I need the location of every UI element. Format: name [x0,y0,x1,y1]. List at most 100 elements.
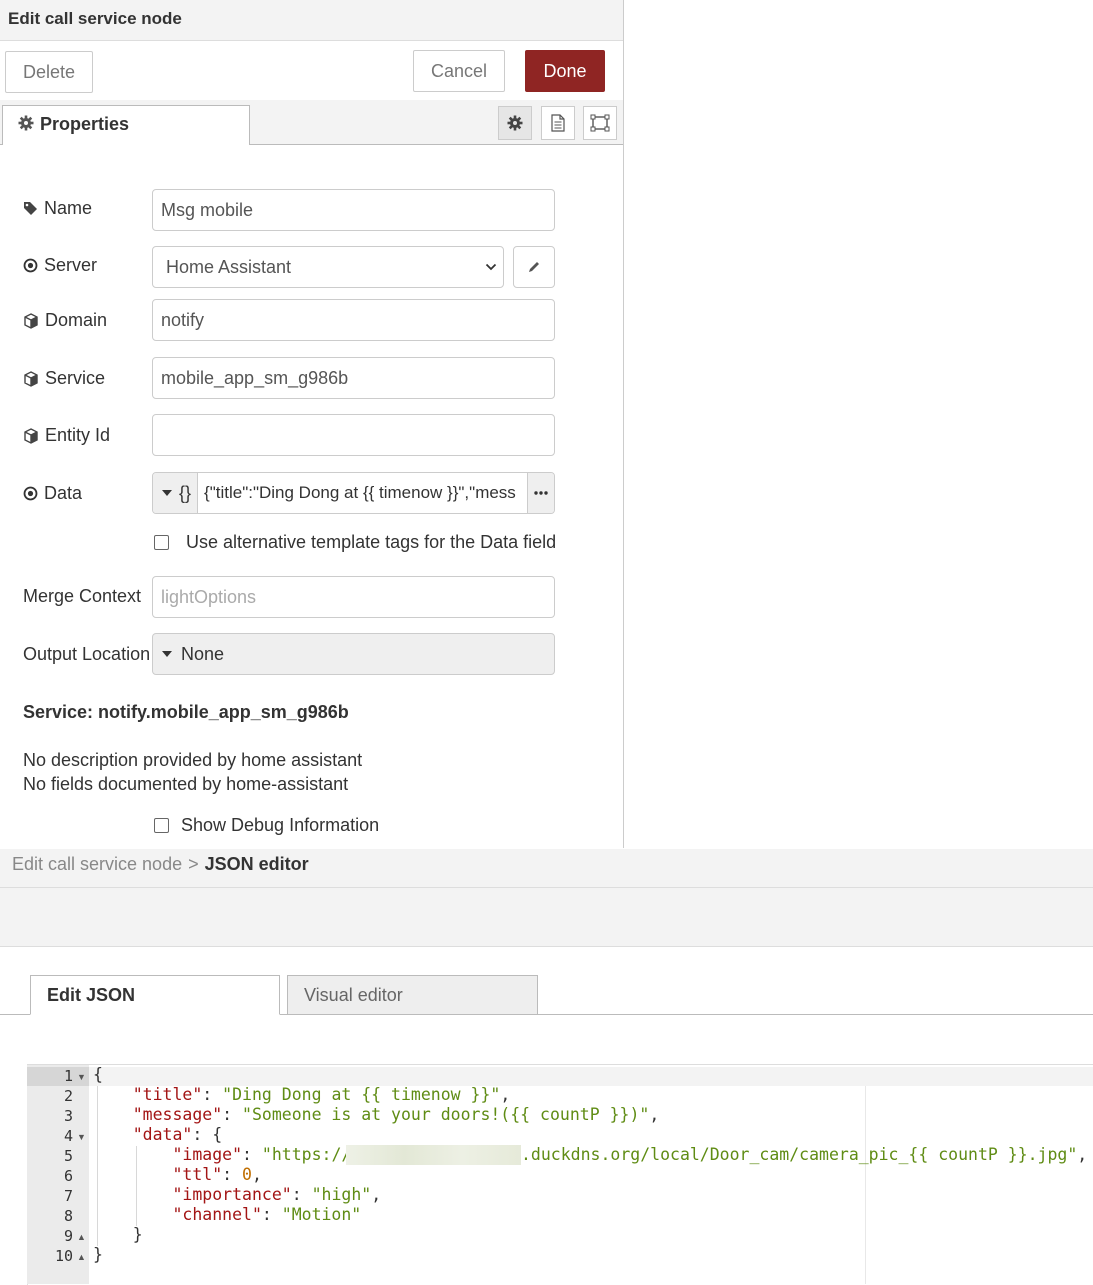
json-key: "image" [172,1145,243,1164]
fold-end-icon: ▲ [77,1232,86,1242]
dialog-title: Edit call service node [8,9,182,28]
entity-id-input[interactable] [152,414,555,456]
active-line-highlight [89,1067,1093,1086]
name-label-text: Name [44,198,93,218]
json-key: "ttl" [172,1165,223,1184]
json-key: "title" [132,1085,203,1104]
data-type-selector[interactable]: {} [153,473,199,513]
merge-context-label: Merge Context [23,586,142,606]
dot-circle-icon [23,486,38,501]
tab-properties-label: Properties [40,114,130,134]
data-value[interactable]: {"title":"Ding Dong at {{ timenow }}","m… [198,483,527,503]
line-number: 7 [63,1187,73,1205]
appearance-view-button[interactable] [583,106,617,140]
done-button[interactable]: Done [525,50,605,92]
output-location-select[interactable]: None [152,633,555,675]
json-key: "importance" [172,1185,292,1204]
json-key: "data" [132,1125,193,1144]
line-number: 2 [63,1087,73,1105]
fold-end-icon: ▲ [77,1252,86,1262]
cube-icon [24,427,38,444]
cube-icon [24,312,38,329]
json-editor-toolbar [0,888,1093,947]
debug-info-checkbox[interactable] [154,818,169,833]
output-location-value: None [181,643,225,664]
domain-label: Domain [23,310,107,331]
domain-input[interactable]: notify [152,299,555,341]
json-string: .duckdns.org/local/Door_cam/camera_pic_{… [521,1145,1088,1164]
document-icon [551,114,565,132]
data-type-label: {} [179,482,192,503]
service-input[interactable]: mobile_app_sm_g986b [152,357,555,399]
code-line: } [93,1225,143,1244]
line-number: 4 [63,1127,73,1145]
code-line: "title": "Ding Dong at {{ timenow }}", [132,1085,511,1104]
code-line: { [93,1065,103,1084]
fold-toggle-icon[interactable]: ▼ [77,1132,86,1142]
line-number: 3 [63,1107,73,1125]
redacted-hostname [346,1145,521,1165]
entity-id-label: Entity Id [23,425,110,446]
fold-toggle-icon[interactable]: ▼ [77,1072,86,1082]
json-number: 0 [242,1165,252,1184]
tag-icon [24,202,37,215]
code-line: } [93,1245,103,1264]
alt-template-tags-label: Use alternative template tags for the Da… [186,532,557,552]
entity-id-label-text: Entity Id [45,425,111,445]
service-label: Service [23,368,105,389]
description-view-button[interactable] [541,106,575,140]
data-typed-input: {} {"title":"Ding Dong at {{ timenow }}"… [152,472,555,514]
service-label-text: Service [45,368,106,388]
name-input[interactable]: Msg mobile [152,189,555,231]
no-description-text: No description provided by home assistan… [23,750,363,770]
code-line: "image": "https:// [172,1145,352,1164]
caret-down-icon [162,651,172,657]
code-line: "channel": "Motion" [172,1205,362,1224]
output-location-label: Output Location [23,644,151,664]
gear-icon [507,115,523,131]
name-label: Name [23,198,92,219]
json-string: "https:// [261,1145,352,1164]
json-string: "Ding Dong at {{ timenow }}" [222,1085,501,1104]
pencil-icon [529,262,539,272]
server-select[interactable]: Home Assistant [152,246,504,288]
breadcrumb-separator: > [188,854,199,874]
no-fields-text: No fields documented by home-assistant [23,774,349,794]
chevron-down-icon [485,263,497,271]
alt-template-tags-checkbox[interactable] [154,535,169,550]
line-number: 10 [54,1247,73,1265]
properties-view-button[interactable] [498,106,532,140]
breadcrumb-current: JSON editor [204,854,309,874]
domain-label-text: Domain [45,310,108,330]
code-line: "data": { [132,1125,223,1144]
merge-context-input[interactable]: lightOptions [152,576,555,618]
breadcrumb-parent[interactable]: Edit call service node [12,854,182,875]
server-label: Server [23,255,97,276]
edit-server-button[interactable] [513,246,555,288]
delete-button[interactable]: Delete [5,51,93,93]
server-select-value: Home Assistant [166,256,292,277]
json-string: "Someone is at your doors!({{ countP }})… [242,1105,650,1124]
debug-info-label: Show Debug Information [181,815,380,835]
server-label-text: Server [44,255,98,275]
json-string: "high" [311,1185,372,1204]
line-number: 9 [63,1227,73,1245]
breadcrumb: Edit call service node > JSON editor [12,854,309,875]
json-string: "Motion" [281,1205,362,1224]
dot-circle-icon [23,258,38,273]
tab-visual-editor[interactable]: Visual editor [287,975,538,1015]
expand-data-button[interactable] [527,473,554,513]
code-brace: } [132,1225,143,1244]
tab-edit-json[interactable]: Edit JSON [30,975,280,1015]
ellipsis-icon [534,491,548,495]
code-line: "ttl": 0, [172,1165,262,1184]
code-line: "message": "Someone is at your doors!({{… [132,1105,660,1124]
cancel-button[interactable]: Cancel [413,50,505,92]
code-brace: { [93,1065,103,1084]
code-line: "importance": "high", [172,1185,382,1204]
line-number: 5 [63,1147,73,1165]
caret-down-icon [162,490,172,496]
json-string-end: .duckdns.org/local/Door_cam/camera_pic_{… [521,1145,1078,1164]
print-margin [865,1086,866,1284]
line-number: 1 [63,1067,73,1085]
